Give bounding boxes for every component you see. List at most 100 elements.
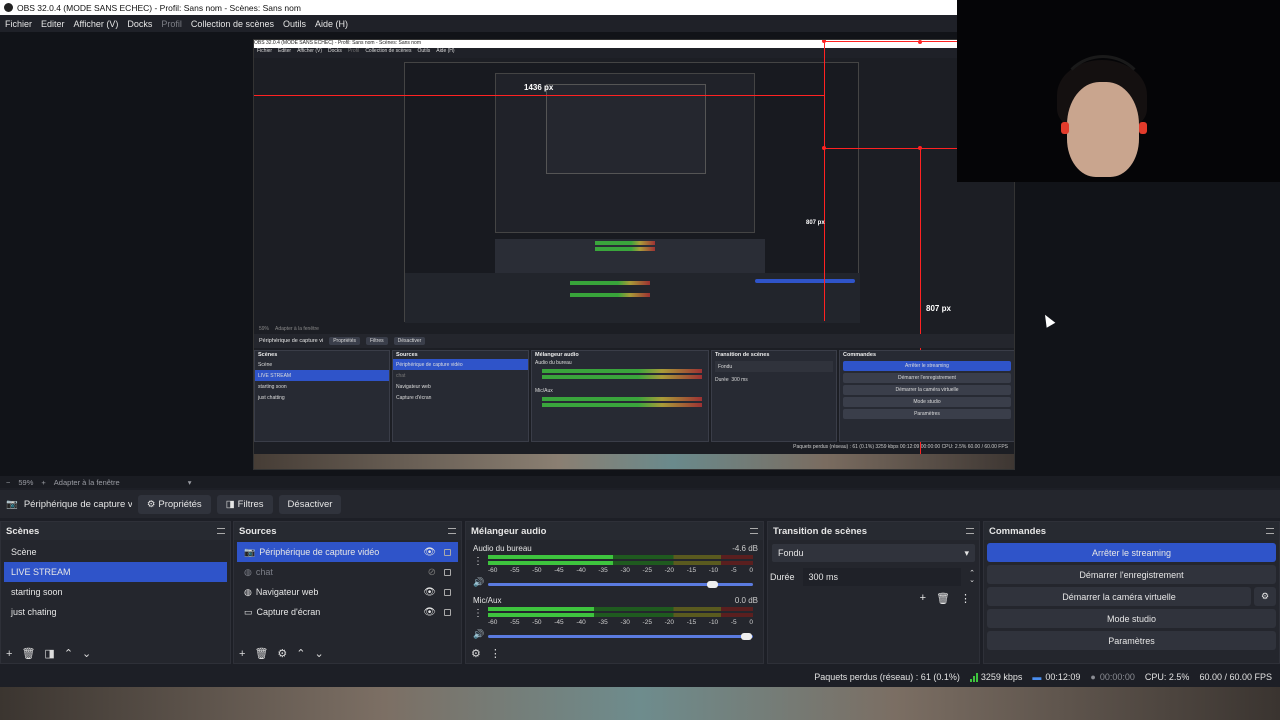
record-time: 00:00:00 <box>1099 672 1135 682</box>
filters-button[interactable]: ◨ Filtres <box>216 494 273 514</box>
speaker-icon[interactable]: 🔊 <box>473 577 484 588</box>
stop-streaming-button[interactable]: Arrêter le streaming <box>987 543 1276 562</box>
source-item[interactable]: ◍ Navigateur web 👁 <box>237 582 458 602</box>
dock-menu-icon[interactable] <box>966 528 974 534</box>
stream-icon: ▬ <box>1032 672 1042 682</box>
nested-scene-item: LIVE STREAM <box>255 370 389 381</box>
bitrate-group: 3259 kbps <box>969 672 1022 682</box>
move-down-icon[interactable]: ⌄ <box>82 647 91 660</box>
transition-select[interactable]: Fondu ▾ <box>772 544 975 562</box>
meter-scale: -60 -55 -50 -45 -40 -35 -30 -25 -20 -15 -10 -5 0 <box>488 619 753 626</box>
move-down-icon[interactable]: ⌄ <box>315 647 324 660</box>
more-icon[interactable]: ⋮ <box>473 556 483 567</box>
scene-item[interactable]: LIVE STREAM <box>4 562 227 582</box>
nested-menu-bar: Fichier Editer Afficher (V) Docks Profil… <box>254 48 1014 58</box>
lock-icon[interactable] <box>444 568 451 576</box>
nested-menu-item: Collection de scènes <box>365 48 412 54</box>
duration-label: Durée <box>770 572 795 582</box>
mixer-settings-icon[interactable]: ⚙ <box>471 647 481 660</box>
zoom-bar: − 59% + Adapter à la fenêtre ▾ <box>0 476 1280 488</box>
stream-time: 00:12:09 <box>1045 672 1081 682</box>
volume-knob[interactable] <box>706 581 718 588</box>
lock-icon[interactable] <box>444 588 451 596</box>
trash-icon[interactable]: 🗑 <box>936 592 950 605</box>
spinner-icon[interactable]: ⌃ ⌄ <box>969 570 975 584</box>
camera-icon: 📷 <box>244 546 256 557</box>
mini-meter <box>595 247 655 251</box>
zoom-fit-select[interactable]: Adapter à la fenêtre <box>54 478 120 487</box>
nested-disable: Désactiver <box>393 337 426 345</box>
record-icon: ● <box>1090 672 1096 682</box>
menu-collection-scenes[interactable]: Collection de scènes <box>191 19 274 29</box>
commands-header: Commandes <box>984 522 1279 540</box>
lock-icon[interactable] <box>444 608 451 616</box>
dock-menu-icon[interactable] <box>448 528 456 534</box>
eye-icon[interactable]: 👁 <box>423 587 436 598</box>
duration-input[interactable]: 300 ms <box>802 568 962 586</box>
start-virtualcam-button[interactable]: Démarrer la caméra virtuelle <box>987 587 1251 606</box>
speaker-icon[interactable]: 🔊 <box>473 629 484 640</box>
nested-filters: Filtres <box>366 337 388 345</box>
dock-menu-icon[interactable] <box>750 528 758 534</box>
eye-hidden-icon[interactable]: ⊘ <box>428 567 436 578</box>
scene-item[interactable]: starting soon <box>4 582 227 602</box>
channel-name: Mic/Aux <box>473 596 502 605</box>
volume-slider[interactable] <box>488 581 753 588</box>
meter-tick-label: -55 <box>510 619 520 626</box>
menu-afficher[interactable]: Afficher (V) <box>74 19 119 29</box>
nested-menu-item: Editer <box>278 48 292 54</box>
fps: 60.00 / 60.00 FPS <box>1199 672 1272 682</box>
scene-item[interactable]: just chating <box>4 602 227 622</box>
nested-duration-label: Durée <box>715 376 729 383</box>
volume-slider[interactable] <box>488 633 753 640</box>
more-icon[interactable]: ⋮ <box>960 592 971 605</box>
nested-scene-item: just chatting <box>258 394 285 401</box>
volume-knob[interactable] <box>741 633 752 640</box>
add-source-button[interactable]: + <box>239 648 245 660</box>
menu-docks[interactable]: Docks <box>127 19 152 29</box>
mixer-channel: Mic/Aux 0.0 dB ⋮ -60 -55 -50 -45 -40 -35 -30 -2… <box>466 592 763 644</box>
add-transition-button[interactable]: + <box>920 592 926 605</box>
add-scene-button[interactable]: + <box>6 648 12 660</box>
trash-icon[interactable]: 🗑 <box>254 647 268 660</box>
menu-editer[interactable]: Editer <box>41 19 65 29</box>
properties-button[interactable]: ⚙ Propriétés <box>137 494 211 514</box>
move-up-icon[interactable]: ⌃ <box>296 647 305 660</box>
scene-item[interactable]: Scène <box>4 542 227 562</box>
menu-outils[interactable]: Outils <box>283 19 306 29</box>
nested-commands-dock: Commandes Arrêter le streaming Démarrer … <box>839 350 1014 442</box>
nested-command: Mode studio <box>843 397 1011 407</box>
filter-icon[interactable]: ◨ <box>44 647 54 660</box>
eye-icon[interactable]: 👁 <box>423 547 436 558</box>
gear-icon[interactable]: ⚙ <box>277 647 287 660</box>
source-item[interactable]: 📷 Périphérique de capture vidéo 👁 <box>237 542 458 562</box>
gear-icon[interactable]: ⚙ <box>1254 587 1276 606</box>
move-up-icon[interactable]: ⌃ <box>64 647 73 660</box>
eye-icon[interactable]: 👁 <box>423 607 436 618</box>
nested-sources-dock: Sources Périphérique de capture vidéo ch… <box>392 350 529 442</box>
start-recording-button[interactable]: Démarrer l'enregistrement <box>987 565 1276 584</box>
studio-mode-button[interactable]: Mode studio <box>987 609 1276 628</box>
source-label: Navigateur web <box>255 587 319 597</box>
zoom-out-button[interactable]: − <box>6 478 10 487</box>
disable-button[interactable]: Désactiver <box>278 494 342 514</box>
menu-profil[interactable]: Profil <box>161 19 182 29</box>
menu-aide[interactable]: Aide (H) <box>315 19 348 29</box>
lock-icon[interactable] <box>444 548 451 556</box>
dock-menu-icon[interactable] <box>217 528 225 534</box>
zoom-in-button[interactable]: + <box>41 478 45 487</box>
recursive-docks-2 <box>405 273 860 323</box>
more-icon[interactable]: ⋮ <box>490 647 501 660</box>
gear-icon: ⚙ <box>146 498 156 510</box>
measure-line-v <box>824 41 825 321</box>
meter-level <box>488 555 613 559</box>
scenes-header: Scènes <box>1 522 230 540</box>
trash-icon[interactable]: 🗑 <box>21 647 35 660</box>
more-icon[interactable]: ⋮ <box>473 608 483 619</box>
chevron-down-icon[interactable]: ▾ <box>188 478 192 487</box>
menu-fichier[interactable]: Fichier <box>5 19 32 29</box>
settings-button[interactable]: Paramètres <box>987 631 1276 650</box>
source-item[interactable]: ▭ Capture d'écran 👁 <box>237 602 458 622</box>
source-item[interactable]: ◍ chat ⊘ <box>237 562 458 582</box>
dock-menu-icon[interactable] <box>1266 528 1274 534</box>
